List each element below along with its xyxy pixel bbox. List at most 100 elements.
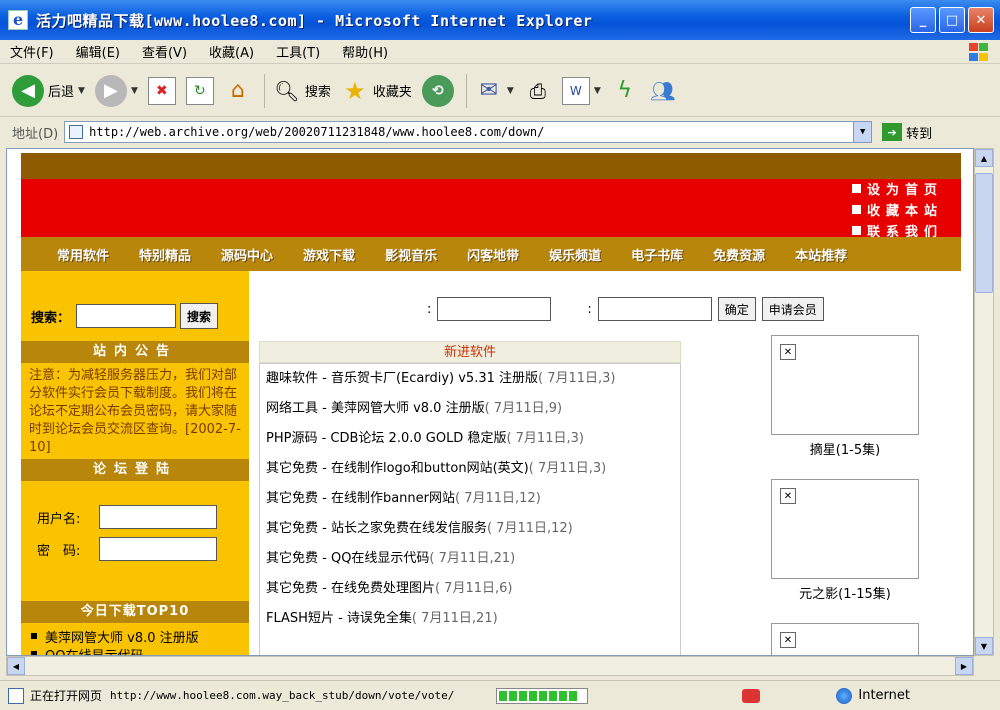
notice-text: 注意：为减轻服务器压力，我们对部分软件实行会员下载制度。我们将在论坛不定期公布会…: [29, 368, 241, 455]
forum-login-heading: 论坛登陆: [21, 459, 249, 481]
mail-button[interactable]: ✉ ▼: [475, 71, 514, 111]
ie-icon: [8, 10, 28, 30]
progress-bar: [496, 687, 589, 704]
printer-icon: ⎙: [529, 78, 546, 103]
username-field[interactable]: [99, 505, 217, 529]
broken-image-icon: ✕: [780, 632, 796, 648]
username-label: 用户名:: [37, 511, 81, 527]
status-url: http://www.hoolee8.com.way_back_stub/dow…: [110, 689, 455, 702]
nav-item[interactable]: 娱乐频道: [549, 245, 601, 264]
scroll-right-icon[interactable]: ▶: [955, 657, 973, 675]
scroll-left-icon[interactable]: ◀: [7, 657, 25, 675]
title-bar[interactable]: 活力吧精品下载[www.hoolee8.com] - Microsoft Int…: [0, 0, 1000, 40]
address-input[interactable]: http://web.archive.org/web/2002071123184…: [64, 121, 873, 143]
menu-view[interactable]: 查看(V): [142, 42, 187, 61]
top10-item[interactable]: 美萍网管大师 v8.0 注册版: [27, 627, 245, 646]
list-item[interactable]: PHP源码 - CDB论坛 2.0.0 GOLD 稳定版( 7月11日,3): [266, 428, 674, 450]
browser-viewport[interactable]: 设为首页 收藏本站 联系我们 常用软件 特别精品 源码中心 游戏下载 影视音乐 …: [6, 148, 974, 656]
maximize-button[interactable]: □: [939, 7, 965, 33]
mail-icon: ✉: [479, 78, 499, 103]
page-icon: [69, 125, 84, 139]
scroll-down-icon[interactable]: ▼: [975, 637, 993, 655]
refresh-icon: ↻: [185, 76, 214, 105]
edit-button[interactable]: W ▼: [561, 71, 601, 111]
site-nav: 常用软件 特别精品 源码中心 游戏下载 影视音乐 闪客地带 娱乐频道 电子书库 …: [21, 237, 961, 271]
site-search-button[interactable]: 搜索: [180, 303, 219, 329]
list-item[interactable]: 其它免费 - 在线制作banner网站( 7月11日,12): [266, 488, 674, 510]
forward-dropdown-icon[interactable]: ▼: [131, 86, 138, 96]
scroll-thumb[interactable]: [975, 173, 993, 293]
nav-item[interactable]: 电子书库: [631, 245, 683, 264]
back-button[interactable]: ◀ 后退 ▼: [12, 71, 85, 111]
stop-button[interactable]: ✖: [147, 71, 176, 111]
toolbar-separator: [263, 73, 265, 108]
back-dropdown-icon[interactable]: ▼: [78, 86, 85, 96]
close-button[interactable]: ✕: [968, 7, 994, 33]
menu-help[interactable]: 帮助(H): [342, 42, 388, 61]
bookmark-site-link[interactable]: 收藏本站: [852, 200, 943, 219]
security-zone[interactable]: Internet: [836, 687, 910, 704]
print-button[interactable]: ⎙: [524, 71, 552, 111]
privacy-icon[interactable]: [742, 688, 760, 703]
list-item[interactable]: 其它免费 - 站长之家免费在线发信服务( 7月11日,12): [266, 518, 674, 540]
nav-item[interactable]: 常用软件: [57, 245, 109, 264]
thumbnail-image[interactable]: ✕: [771, 623, 919, 655]
notice-heading: 站内公告: [21, 341, 249, 363]
minimize-button[interactable]: _: [910, 7, 936, 33]
search-button[interactable]: 🔍︎ 搜索: [273, 71, 331, 111]
list-item[interactable]: 其它免费 - 在线免费处理图片( 7月11日,6): [266, 578, 674, 600]
menu-edit[interactable]: 编辑(E): [76, 42, 120, 61]
nav-item[interactable]: 特别精品: [139, 245, 191, 264]
left-sidebar: 搜索： 搜索 站内公告 注意：为减轻服务器压力，我们对部分软件实行会员下载制度。…: [21, 271, 249, 656]
thumbnail-caption[interactable]: 元之影(1-15集): [771, 583, 919, 602]
discuss-button[interactable]: ϟ: [611, 71, 639, 111]
member-password-input[interactable]: [597, 297, 712, 321]
password-field[interactable]: [99, 537, 217, 561]
messenger-button[interactable]: 👥︎: [649, 71, 677, 111]
new-software-list: 趣味软件 - 音乐贺卡厂(Ecardiy) v5.31 注册版( 7月11日,3…: [259, 363, 681, 655]
forward-arrow-icon: ▶: [94, 74, 127, 107]
home-button[interactable]: ⌂: [224, 71, 252, 111]
set-homepage-link[interactable]: 设为首页: [852, 179, 943, 198]
nav-item[interactable]: 免费资源: [713, 245, 765, 264]
menu-file[interactable]: 文件(F): [10, 42, 54, 61]
top10-item[interactable]: QQ在线显示代码: [27, 645, 245, 656]
nav-item[interactable]: 闪客地带: [467, 245, 519, 264]
history-button[interactable]: ⟲: [421, 71, 454, 111]
menu-tools[interactable]: 工具(T): [276, 42, 320, 61]
thumbnail-image[interactable]: ✕: [771, 479, 919, 579]
mail-dropdown-icon[interactable]: ▼: [507, 86, 514, 96]
horizontal-scrollbar[interactable]: ◀ ▶: [6, 656, 974, 676]
page-loading-icon: [8, 687, 24, 704]
scroll-up-icon[interactable]: ▲: [975, 149, 993, 167]
refresh-button[interactable]: ↻: [185, 71, 214, 111]
list-item[interactable]: 趣味软件 - 音乐贺卡厂(Ecardiy) v5.31 注册版( 7月11日,3…: [266, 368, 674, 390]
edit-dropdown-icon[interactable]: ▼: [594, 86, 601, 96]
star-icon: ★: [344, 76, 366, 105]
address-url: http://web.archive.org/web/2002071123184…: [89, 125, 545, 139]
thumbnail-caption[interactable]: 摘星(1-5集): [771, 439, 919, 458]
list-item[interactable]: 其它免费 - QQ在线显示代码( 7月11日,21): [266, 548, 674, 570]
go-button[interactable]: ➔ 转到: [882, 123, 932, 142]
list-item[interactable]: FLASH短片 - 诗误免全集( 7月11日,21): [266, 608, 674, 630]
home-icon: ⌂: [230, 78, 245, 103]
history-icon: ⟲: [421, 74, 454, 107]
site-top-bar: [21, 153, 961, 179]
nav-item[interactable]: 影视音乐: [385, 245, 437, 264]
member-username-input[interactable]: [437, 297, 552, 321]
vertical-scrollbar[interactable]: ▲ ▼: [974, 148, 994, 656]
confirm-button[interactable]: 确定: [717, 297, 756, 321]
nav-item[interactable]: 本站推荐: [795, 245, 847, 264]
site-search-input[interactable]: [76, 304, 177, 328]
status-text: 正在打开网页: [30, 689, 103, 703]
nav-item[interactable]: 游戏下载: [303, 245, 355, 264]
apply-member-button[interactable]: 申请会员: [761, 297, 824, 321]
favorites-button[interactable]: ★ 收藏夹: [341, 71, 412, 111]
forward-button[interactable]: ▶ ▼: [94, 71, 138, 111]
menu-favorites[interactable]: 收藏(A): [209, 42, 254, 61]
nav-item[interactable]: 源码中心: [221, 245, 273, 264]
list-item[interactable]: 其它免费 - 在线制作logo和button网站(英文)( 7月11日,3): [266, 458, 674, 480]
thumbnail-image[interactable]: ✕: [771, 335, 919, 435]
address-dropdown-icon[interactable]: ▼: [853, 122, 872, 142]
list-item[interactable]: 网络工具 - 美萍网管大师 v8.0 注册版( 7月11日,9): [266, 398, 674, 420]
